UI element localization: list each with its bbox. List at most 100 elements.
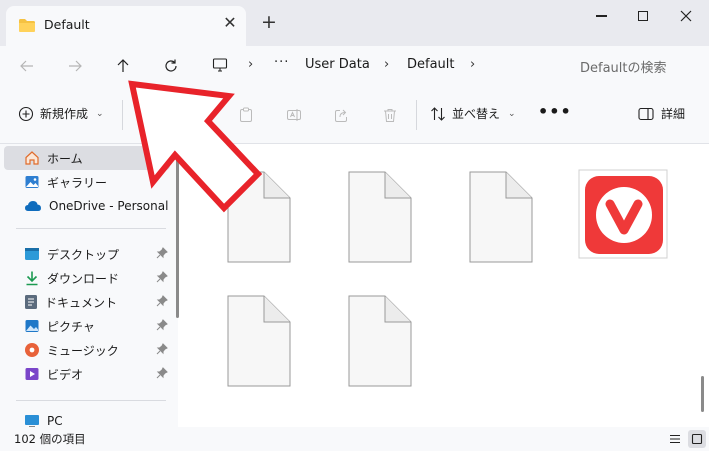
clipboard-icon <box>240 107 252 122</box>
breadcrumb-chevron-icon[interactable]: › <box>248 57 253 72</box>
file-item[interactable] <box>577 168 669 260</box>
home-icon <box>25 151 39 165</box>
refresh-icon <box>165 59 177 72</box>
sidebar-item-label: OneDrive - Personal <box>49 199 169 213</box>
sidebar-item-pictures[interactable]: ピクチャ <box>4 314 170 338</box>
arrow-left-icon <box>20 60 33 72</box>
pin-icon[interactable] <box>156 367 168 379</box>
sidebar-item-home[interactable]: ホーム <box>4 146 170 170</box>
tab-close-icon[interactable]: ✕ <box>220 13 240 32</box>
sidebar-item-documents[interactable]: ドキュメント <box>4 290 170 314</box>
search-placeholder: Defaultの検索 <box>580 61 667 76</box>
file-item[interactable] <box>220 294 300 394</box>
gallery-icon <box>25 176 39 188</box>
sort-icon <box>431 106 445 121</box>
file-list <box>186 144 709 427</box>
generic-file-icon <box>348 295 412 387</box>
delete-button[interactable] <box>379 104 401 126</box>
content-scrollbar[interactable] <box>701 376 704 412</box>
file-item[interactable] <box>462 170 542 270</box>
maximize-button[interactable] <box>620 2 666 30</box>
status-bar: 102 個の項目 <box>0 427 709 451</box>
details-button[interactable]: 詳細 <box>638 105 685 122</box>
pin-icon[interactable] <box>156 295 168 307</box>
tab-default[interactable]: Default ✕ <box>6 6 246 46</box>
more-options-button[interactable]: ••• <box>538 102 572 121</box>
sidebar-item-videos[interactable]: ビデオ <box>4 362 170 386</box>
rename-button[interactable] <box>283 104 305 126</box>
chevron-down-icon: ⌄ <box>96 108 104 119</box>
pictures-icon <box>25 320 39 332</box>
address-bar[interactable]: › ··· User Data › Default › <box>200 49 560 81</box>
share-icon <box>335 109 347 122</box>
cloud-icon <box>25 201 41 211</box>
breadcrumb-default[interactable]: Default <box>407 57 455 72</box>
paste-button[interactable] <box>235 104 257 126</box>
plus-circle-icon <box>18 106 34 121</box>
breadcrumb-chevron-icon[interactable]: › <box>470 57 475 72</box>
breadcrumb-user-data[interactable]: User Data <box>305 57 370 72</box>
pin-icon[interactable] <box>156 247 168 259</box>
sort-button-label: 並べ替え <box>452 107 501 121</box>
new-button-label: 新規作成 <box>40 107 89 121</box>
sidebar-item-label: デスクトップ <box>47 247 120 262</box>
share-button[interactable] <box>331 104 353 126</box>
sidebar-item-label: ギャラリー <box>47 175 108 190</box>
pin-icon[interactable] <box>156 319 168 331</box>
document-icon <box>25 295 37 309</box>
breadcrumb-overflow-button[interactable]: ··· <box>274 55 289 70</box>
sidebar-item-label: ビデオ <box>47 367 84 382</box>
sidebar-item-music[interactable]: ミュージック <box>4 338 170 362</box>
breadcrumb-chevron-icon[interactable]: › <box>384 57 389 72</box>
search-input[interactable]: Defaultの検索 <box>566 49 709 81</box>
music-icon <box>25 343 39 357</box>
sidebar-item-label: ダウンロード <box>47 271 120 286</box>
cut-button[interactable] <box>137 104 159 126</box>
pin-icon[interactable] <box>156 271 168 283</box>
new-tab-button[interactable]: + <box>259 11 279 33</box>
sidebar-item-label: ドキュメント <box>45 295 118 310</box>
sidebar-divider <box>16 228 166 229</box>
sidebar-item-downloads[interactable]: ダウンロード <box>4 266 170 290</box>
sidebar-item-label: ピクチャ <box>47 319 95 334</box>
tab-title: Default <box>44 17 90 32</box>
computer-icon[interactable] <box>212 57 228 76</box>
sort-button[interactable]: 並べ替え ⌄ <box>430 105 516 122</box>
sidebar-item-onedrive[interactable]: OneDrive - Personal <box>4 194 170 218</box>
generic-file-icon <box>227 295 291 387</box>
generic-file-icon <box>348 171 412 263</box>
up-button[interactable] <box>107 50 139 82</box>
forward-button[interactable] <box>59 50 91 82</box>
sidebar-scrollbar[interactable] <box>176 150 179 318</box>
command-bar: 新規作成 ⌄ 並べ替え ⌄ ••• 詳細 <box>0 86 709 144</box>
arrow-right-icon <box>69 60 82 72</box>
sidebar-item-gallery[interactable]: ギャラリー <box>4 170 170 194</box>
file-item[interactable] <box>220 170 300 270</box>
trash-icon <box>384 109 396 122</box>
sidebar-item-desktop[interactable]: デスクトップ <box>4 242 170 266</box>
large-icons-view-button[interactable] <box>688 430 706 448</box>
details-view-button[interactable] <box>666 430 684 448</box>
maximize-icon <box>638 11 648 21</box>
refresh-button[interactable] <box>155 50 187 82</box>
download-icon <box>26 271 38 286</box>
navigation-pane: ホーム ギャラリー OneDrive - Personal デスクトップ ダウン… <box>0 144 179 428</box>
close-window-button[interactable] <box>663 2 709 30</box>
title-bar: Default ✕ + <box>0 0 709 46</box>
pin-icon[interactable] <box>156 343 168 355</box>
sidebar-item-label: ミュージック <box>47 343 119 358</box>
navigation-bar: › ··· User Data › Default › Defaultの検索 <box>0 46 709 86</box>
new-button[interactable]: 新規作成 ⌄ <box>18 105 104 122</box>
copy-button[interactable] <box>186 104 208 126</box>
sidebar-divider <box>16 400 166 401</box>
minimize-button[interactable] <box>578 2 624 30</box>
file-item[interactable] <box>341 170 421 270</box>
chevron-down-icon: ⌄ <box>508 108 516 119</box>
arrow-up-icon <box>117 59 129 72</box>
sidebar-item-label: PC <box>47 414 63 428</box>
details-pane-icon <box>638 107 654 120</box>
back-button[interactable] <box>11 50 43 82</box>
list-view-icon <box>670 434 680 444</box>
scissors-icon <box>141 108 155 122</box>
file-item[interactable] <box>341 294 421 394</box>
